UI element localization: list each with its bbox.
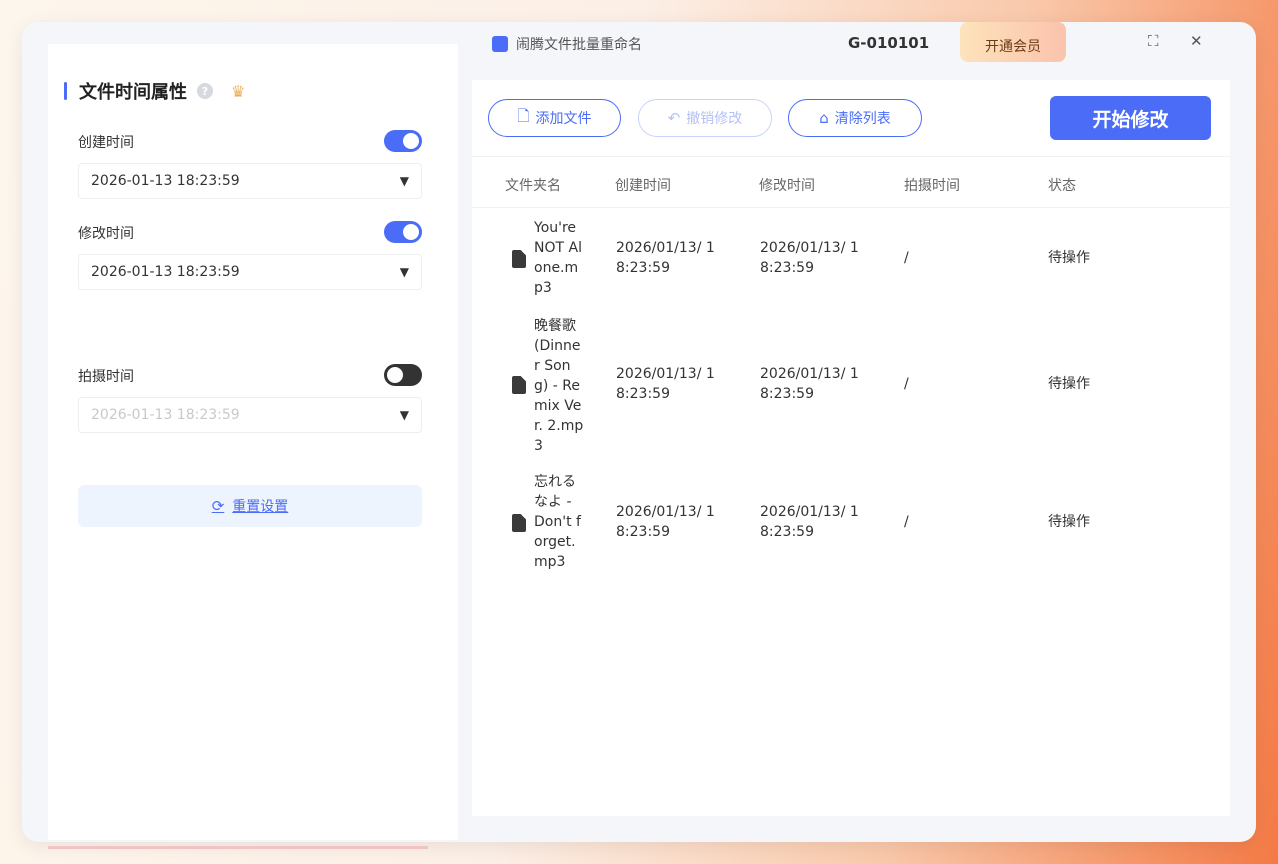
taken-time-value: 2026-01-13 18:23:59 bbox=[91, 407, 240, 423]
vip-button[interactable]: 开通会员 bbox=[960, 22, 1066, 62]
modified-time-label: 修改时间 bbox=[78, 226, 134, 242]
file-icon bbox=[512, 514, 526, 532]
clear-list-button[interactable]: ⌂ 清除列表 bbox=[788, 99, 922, 137]
taken-time-cell: / bbox=[904, 376, 909, 392]
column-header: 拍摄时间 bbox=[904, 178, 960, 194]
title-accent-bar bbox=[64, 82, 67, 100]
table-header: 文件夹名 创建时间 修改时间 拍摄时间 状态 bbox=[472, 156, 1230, 208]
reset-settings-label: 重置设置 bbox=[232, 499, 289, 515]
taken-time-toggle[interactable] bbox=[384, 364, 422, 386]
start-button[interactable]: 开始修改 bbox=[1050, 96, 1211, 140]
add-files-label: 添加文件 bbox=[535, 111, 592, 127]
table-row[interactable]: 晚餐歌 (Dinner Song) - Remix Ver. 2.mp3 202… bbox=[472, 314, 1230, 454]
column-header: 创建时间 bbox=[615, 178, 671, 194]
created-time-label: 创建时间 bbox=[78, 135, 134, 151]
app-logo-icon bbox=[492, 36, 508, 52]
modified-time-cell: 2026/01/13/ 18:23:59 bbox=[760, 240, 859, 276]
column-header: 状态 bbox=[1048, 178, 1076, 194]
user-id[interactable]: G-010101 bbox=[848, 34, 929, 52]
title-bar: 闹腾文件批量重命名 G-010101 开通会员 ⛶ ✕ bbox=[472, 22, 1230, 62]
chevron-down-icon: ▼ bbox=[399, 408, 409, 422]
created-time-value: 2026-01-13 18:23:59 bbox=[91, 173, 240, 189]
column-header: 文件夹名 bbox=[505, 178, 561, 194]
modified-time-select[interactable]: 2026-01-13 18:23:59 ▼ bbox=[78, 254, 422, 290]
status-cell: 待操作 bbox=[1048, 514, 1090, 530]
panel-title-text: 文件时间属性 bbox=[79, 82, 187, 103]
file-name: 忘れるなよ - Don't forget.mp3 bbox=[534, 474, 581, 570]
add-files-button[interactable]: 🗋 添加文件 bbox=[488, 99, 621, 137]
app-window: 闹腾文件批量重命名 G-010101 开通会员 ⛶ ✕ 文件时间属性 ? ♛ 创… bbox=[22, 22, 1256, 842]
reset-settings-button[interactable]: ⟳ 重置设置 bbox=[78, 485, 422, 527]
refresh-icon: ⟳ bbox=[211, 497, 225, 515]
table-row[interactable]: 忘れるなよ - Don't forget.mp3 2026/01/13/ 18:… bbox=[472, 472, 1230, 572]
file-name: 晚餐歌 (Dinner Song) - Remix Ver. 2.mp3 bbox=[534, 318, 584, 454]
file-icon bbox=[512, 376, 526, 394]
chevron-down-icon: ▼ bbox=[399, 265, 409, 279]
status-cell: 待操作 bbox=[1048, 250, 1090, 266]
created-time-cell: 2026/01/13/ 18:23:59 bbox=[616, 240, 715, 276]
clear-list-label: 清除列表 bbox=[834, 111, 891, 127]
taken-time-select: 2026-01-13 18:23:59 ▼ bbox=[78, 397, 422, 433]
table-row[interactable]: You're NOT Alone.mp3 2026/01/13/ 18:23:5… bbox=[472, 216, 1230, 300]
modified-time-cell: 2026/01/13/ 18:23:59 bbox=[760, 504, 859, 540]
fullscreen-icon[interactable]: ⛶ bbox=[1148, 32, 1159, 50]
undo-button[interactable]: ↶ 撤销修改 bbox=[638, 99, 772, 137]
time-settings-panel: 文件时间属性 ? ♛ 创建时间 2026-01-13 18:23:59 ▼ 修改… bbox=[48, 44, 458, 840]
column-header: 修改时间 bbox=[759, 178, 815, 194]
undo-icon: ↶ bbox=[667, 109, 681, 127]
created-time-select[interactable]: 2026-01-13 18:23:59 ▼ bbox=[78, 163, 422, 199]
undo-label: 撤销修改 bbox=[686, 111, 743, 127]
created-time-cell: 2026/01/13/ 18:23:59 bbox=[616, 366, 715, 402]
created-time-toggle[interactable] bbox=[384, 130, 422, 152]
file-icon bbox=[512, 250, 526, 268]
created-time-cell: 2026/01/13/ 18:23:59 bbox=[616, 504, 715, 540]
vip-crown-icon: ♛ bbox=[231, 81, 246, 101]
file-name: You're NOT Alone.mp3 bbox=[534, 220, 582, 296]
taken-time-cell: / bbox=[904, 250, 909, 266]
bottom-divider bbox=[48, 846, 428, 849]
chevron-down-icon: ▼ bbox=[399, 174, 409, 188]
app-name: 闹腾文件批量重命名 bbox=[516, 37, 642, 53]
panel-title: 文件时间属性 ? ♛ bbox=[64, 78, 245, 104]
status-cell: 待操作 bbox=[1048, 376, 1090, 392]
close-icon[interactable]: ✕ bbox=[1190, 32, 1203, 50]
help-icon[interactable]: ? bbox=[197, 83, 213, 99]
modified-time-value: 2026-01-13 18:23:59 bbox=[91, 264, 240, 280]
taken-time-label: 拍摄时间 bbox=[78, 369, 134, 385]
app-brand: 闹腾文件批量重命名 bbox=[492, 34, 642, 54]
taken-time-cell: / bbox=[904, 514, 909, 530]
modified-time-toggle[interactable] bbox=[384, 221, 422, 243]
add-file-icon: 🗋 bbox=[517, 106, 530, 125]
clear-icon: ⌂ bbox=[819, 109, 829, 127]
modified-time-cell: 2026/01/13/ 18:23:59 bbox=[760, 366, 859, 402]
